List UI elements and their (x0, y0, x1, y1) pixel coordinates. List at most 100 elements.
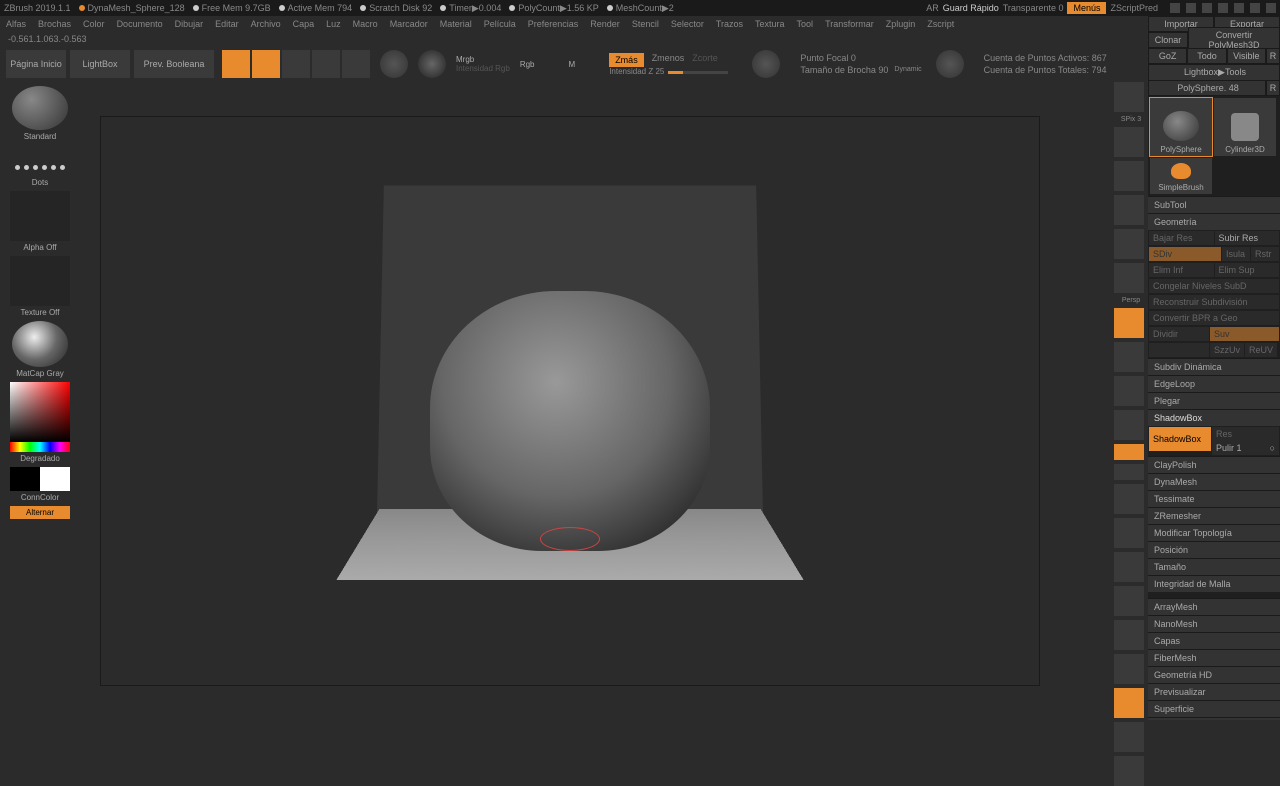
lower-res-button[interactable]: Bajar Res (1149, 231, 1214, 245)
modify-topology-header[interactable]: Modificar Topología (1148, 524, 1280, 541)
rstr-button[interactable]: Rstr (1251, 247, 1279, 261)
transp-icon[interactable] (1114, 654, 1144, 684)
draw-mode-button[interactable] (252, 50, 280, 78)
local-icon[interactable] (1114, 342, 1144, 372)
aahalf-icon[interactable] (1114, 229, 1144, 259)
menu-item[interactable]: Tool (797, 19, 814, 29)
material-selector[interactable]: MatCap Gray (5, 321, 75, 378)
icon-1[interactable] (1186, 3, 1196, 13)
clone-button[interactable]: Clonar (1148, 32, 1188, 48)
transparent-label[interactable]: Transparente 0 (1003, 3, 1064, 13)
crease-header[interactable]: Plegar (1148, 392, 1280, 409)
menu-item[interactable]: Capa (293, 19, 315, 29)
y-axis-icon[interactable] (1114, 444, 1144, 460)
claypolish-header[interactable]: ClayPolish (1148, 456, 1280, 473)
menu-item[interactable]: Selector (671, 19, 704, 29)
menu-item[interactable]: Transformar (825, 19, 874, 29)
reuv-button[interactable]: ReUV (1245, 343, 1277, 357)
higher-res-button[interactable]: Subir Res (1215, 231, 1280, 245)
help-icon[interactable] (1170, 3, 1180, 13)
r-button-2[interactable]: R (1266, 80, 1280, 96)
menu-item[interactable]: Zscript (927, 19, 954, 29)
shadowbox-res-slider[interactable]: Res (1212, 427, 1279, 441)
zcut-button[interactable]: Zcorte (692, 53, 718, 67)
del-higher-button[interactable]: Elim Sup (1215, 263, 1280, 277)
scale3d-icon[interactable] (1114, 518, 1144, 548)
sculptris-icon[interactable] (418, 50, 446, 78)
actual-icon[interactable] (1114, 195, 1144, 225)
shadowbox-button[interactable]: ShadowBox (1149, 427, 1211, 451)
xpose-icon[interactable] (1114, 756, 1144, 786)
menu-item[interactable]: Brochas (38, 19, 71, 29)
dynamic-label[interactable]: Dynamic (894, 64, 921, 76)
subtool-header[interactable]: SubTool (1148, 196, 1280, 213)
scale-mode-button[interactable] (312, 50, 340, 78)
frame-icon[interactable] (1114, 464, 1144, 480)
sdiv-slider[interactable]: SDiv (1149, 247, 1221, 261)
del-lower-button[interactable]: Elim Inf (1149, 263, 1214, 277)
icon-2[interactable] (1202, 3, 1212, 13)
menu-item[interactable]: Película (484, 19, 516, 29)
zadd-button[interactable]: Zmás (609, 53, 644, 67)
polyf-icon[interactable] (1114, 586, 1144, 616)
brush-selector[interactable]: Standard (5, 86, 75, 141)
zscript-pred[interactable]: ZScriptPred (1110, 3, 1158, 13)
ghost-icon[interactable] (1114, 688, 1144, 718)
menu-item[interactable]: Trazos (716, 19, 743, 29)
menu-item[interactable]: Documento (117, 19, 163, 29)
polysphere-slider[interactable]: PolySphere. 48 (1148, 80, 1266, 96)
lock-icon[interactable] (1114, 376, 1144, 406)
suv-button[interactable]: Suv (1210, 327, 1279, 341)
menu-item[interactable]: Textura (755, 19, 785, 29)
home-page-button[interactable]: Página Inicio (6, 50, 66, 78)
menu-item[interactable]: Luz (326, 19, 341, 29)
tool-cylinder[interactable]: Cylinder3D (1214, 98, 1276, 156)
zsub-button[interactable]: Zmenos (652, 53, 685, 67)
focal-point-label[interactable]: Punto Focal 0 (800, 52, 921, 64)
menu-item[interactable]: Preferencias (528, 19, 579, 29)
rgb-label[interactable]: Rgb (520, 60, 535, 69)
shadowbox-header[interactable]: ShadowBox (1148, 409, 1280, 426)
menu-item[interactable]: Alfas (6, 19, 26, 29)
menu-item[interactable]: Render (590, 19, 620, 29)
menu-item[interactable]: Zplugin (886, 19, 916, 29)
rotate-mode-button[interactable] (342, 50, 370, 78)
rotate3d-icon[interactable] (1114, 552, 1144, 582)
nanomesh-header[interactable]: NanoMesh (1148, 615, 1280, 632)
close-icon[interactable] (1266, 3, 1276, 13)
shadowbox-polish-slider[interactable]: Pulir 1○ (1212, 441, 1279, 455)
isula-button[interactable]: Isula (1222, 247, 1250, 261)
surface-header[interactable]: Superficie (1148, 700, 1280, 717)
freeze-subd-button[interactable]: Congelar Niveles SubD (1149, 279, 1279, 293)
spix-label[interactable]: SPix 3 (1114, 116, 1148, 123)
quick-save[interactable]: Guard Rápido (943, 3, 999, 13)
menu-item[interactable]: Macro (353, 19, 378, 29)
lightbox-button[interactable]: LightBox (70, 50, 130, 78)
geometry-header[interactable]: Geometría (1148, 213, 1280, 230)
arraymesh-header[interactable]: ArrayMesh (1148, 598, 1280, 615)
z-intensity-slider[interactable] (668, 71, 728, 74)
layers-header[interactable]: Capas (1148, 632, 1280, 649)
geometry-hd-header[interactable]: Geometría HD (1148, 666, 1280, 683)
move3d-icon[interactable] (1114, 484, 1144, 514)
menu-item[interactable]: Editar (215, 19, 239, 29)
convert-bpr-button[interactable]: Convertir BPR a Geo (1149, 311, 1279, 325)
menu-item[interactable]: Dibujar (175, 19, 204, 29)
texture-selector[interactable]: Texture Off (5, 256, 75, 317)
mrgb-label[interactable]: Mrgb (456, 55, 510, 64)
tessimate-header[interactable]: Tessimate (1148, 490, 1280, 507)
linefill-icon[interactable] (1114, 620, 1144, 650)
move-icon[interactable] (1114, 127, 1144, 157)
szuv-button[interactable]: SzzUv (1210, 343, 1244, 357)
r-button[interactable]: R (1266, 48, 1280, 64)
fibermesh-header[interactable]: FiberMesh (1148, 649, 1280, 666)
menu-item[interactable]: Color (83, 19, 105, 29)
mesh-integrity-header[interactable]: Integridad de Malla (1148, 575, 1280, 592)
menu-item[interactable]: Archivo (251, 19, 281, 29)
menu-item[interactable]: Stencil (632, 19, 659, 29)
zoom-icon[interactable] (1114, 161, 1144, 191)
zremesher-header[interactable]: ZRemesher (1148, 507, 1280, 524)
color-picker[interactable]: Degradado (5, 382, 75, 463)
alpha-selector[interactable]: Alpha Off (5, 191, 75, 252)
dynamic-subdiv-header[interactable]: Subdiv Dinámica (1148, 358, 1280, 375)
